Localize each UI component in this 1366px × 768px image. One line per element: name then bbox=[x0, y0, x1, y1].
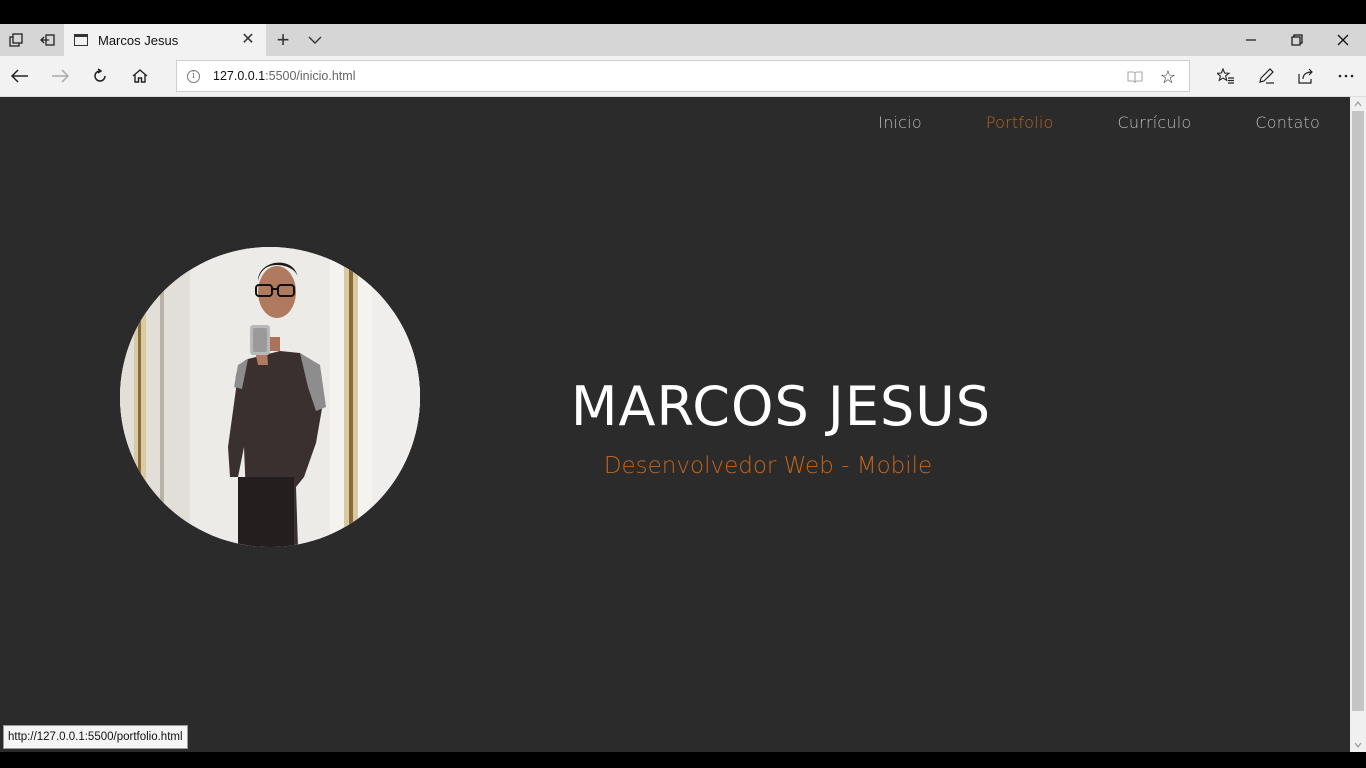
page-icon bbox=[74, 34, 88, 46]
arrow-left-icon bbox=[11, 69, 28, 83]
home-button[interactable] bbox=[120, 56, 160, 96]
tabs-aside-button[interactable] bbox=[0, 24, 32, 56]
home-icon bbox=[132, 69, 148, 83]
page-scrollbar[interactable] bbox=[1350, 97, 1366, 752]
refresh-icon bbox=[94, 68, 106, 82]
forward-button[interactable] bbox=[40, 56, 80, 96]
tab-active[interactable]: Marcos Jesus ✕ bbox=[64, 24, 266, 56]
profile-photo-illustration bbox=[120, 247, 420, 547]
nav-link-curriculo[interactable]: Currículo bbox=[1117, 113, 1191, 132]
share-button[interactable] bbox=[1286, 56, 1326, 96]
nav-link-contato[interactable]: Contato bbox=[1255, 113, 1320, 132]
close-window-button[interactable] bbox=[1320, 24, 1366, 56]
minimize-button[interactable] bbox=[1228, 24, 1274, 56]
arrow-right-icon bbox=[52, 69, 69, 83]
more-button[interactable] bbox=[1326, 56, 1366, 96]
screen-top-border bbox=[0, 0, 1366, 24]
screen-bottom-border bbox=[0, 752, 1366, 768]
restore-button[interactable] bbox=[1274, 24, 1320, 56]
browser-toolbar: i 127.0.0.1:5500/inicio.html ☆ bbox=[0, 56, 1366, 97]
refresh-button[interactable] bbox=[80, 56, 120, 96]
tabs-aside-icon bbox=[9, 33, 23, 47]
close-icon bbox=[1337, 34, 1349, 46]
scroll-down-button[interactable] bbox=[1350, 738, 1366, 752]
url-text[interactable]: 127.0.0.1:5500/inicio.html bbox=[213, 69, 355, 83]
share-icon bbox=[1298, 68, 1313, 84]
url-host: 127.0.0.1 bbox=[213, 69, 266, 83]
restore-icon bbox=[1291, 34, 1303, 46]
tab-title: Marcos Jesus bbox=[98, 32, 179, 48]
web-note-button[interactable] bbox=[1246, 56, 1286, 96]
nav-link-inicio[interactable]: Inicio bbox=[878, 113, 922, 132]
favorites-list-icon bbox=[1217, 68, 1234, 84]
ellipsis-icon bbox=[1338, 74, 1354, 78]
star-icon: ☆ bbox=[1159, 66, 1177, 87]
scroll-up-button[interactable] bbox=[1350, 97, 1366, 111]
show-aside-tabs-button[interactable] bbox=[32, 24, 64, 56]
address-bar[interactable]: i 127.0.0.1:5500/inicio.html ☆ bbox=[176, 60, 1190, 92]
tabs-set-aside-icon bbox=[40, 34, 55, 46]
new-tab-button[interactable]: + bbox=[270, 24, 296, 56]
pen-icon bbox=[1259, 68, 1274, 84]
info-icon[interactable]: i bbox=[187, 70, 200, 83]
nav-link-portfolio[interactable]: Portfolio bbox=[986, 113, 1054, 132]
close-tab-button[interactable]: ✕ bbox=[240, 31, 256, 48]
scroll-thumb[interactable] bbox=[1352, 111, 1364, 711]
web-page: Inicio Portfolio Currículo Contato MARCO… bbox=[0, 97, 1350, 752]
chevron-up-icon bbox=[1354, 101, 1362, 107]
status-url-tooltip: http://127.0.0.1:5500/portfolio.html bbox=[3, 725, 188, 749]
site-nav: Inicio Portfolio Currículo Contato bbox=[814, 113, 1320, 132]
book-icon bbox=[1127, 71, 1143, 84]
plus-icon: + bbox=[276, 27, 290, 52]
favorites-hub-button[interactable] bbox=[1206, 56, 1246, 96]
tab-strip: Marcos Jesus ✕ + bbox=[0, 24, 1366, 56]
back-button[interactable] bbox=[0, 56, 40, 96]
close-icon: ✕ bbox=[241, 31, 255, 48]
chevron-down-icon bbox=[308, 36, 322, 44]
url-path: :5500/inicio.html bbox=[265, 69, 356, 83]
hero-name: MARCOS JESUS bbox=[570, 375, 992, 438]
profile-photo bbox=[120, 247, 420, 547]
minimize-icon bbox=[1246, 39, 1256, 41]
chevron-down-icon bbox=[1354, 742, 1362, 748]
reading-view-button[interactable] bbox=[1125, 67, 1145, 87]
hero-tagline: Desenvolvedor Web - Mobile bbox=[603, 453, 933, 479]
favorite-button[interactable]: ☆ bbox=[1157, 66, 1179, 88]
tab-preview-button[interactable] bbox=[302, 24, 328, 56]
